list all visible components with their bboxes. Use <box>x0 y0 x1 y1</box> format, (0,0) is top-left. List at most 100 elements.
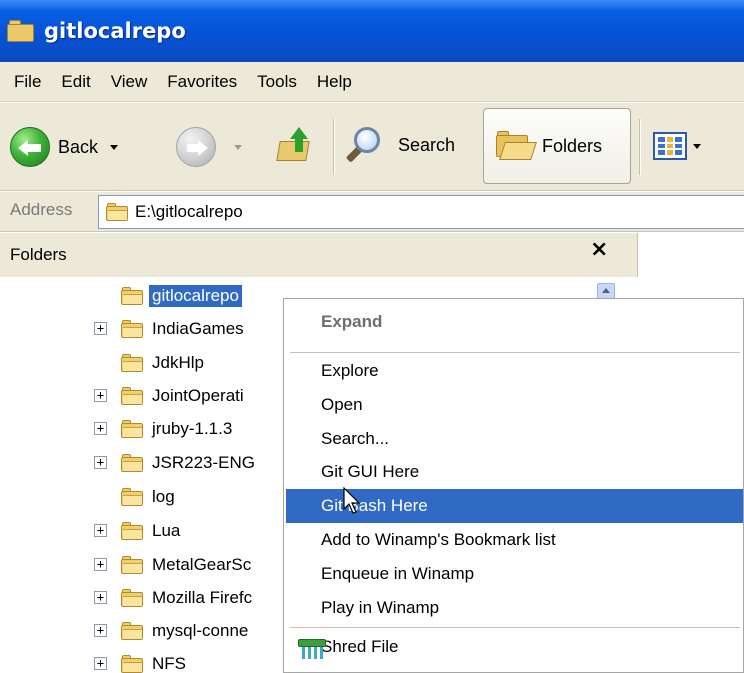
menu-separator <box>290 352 740 353</box>
title-bar[interactable]: gitlocalrepo <box>0 0 744 62</box>
menu-item-winamp-bookmark[interactable]: Add to Winamp's Bookmark list <box>286 523 743 557</box>
folder-icon <box>120 555 144 575</box>
folder-icon <box>120 386 144 406</box>
address-label: Address <box>10 200 73 219</box>
tree-item-mozilla[interactable]: + Mozilla Firefc <box>94 581 252 614</box>
folders-icon <box>494 129 537 163</box>
menu-tools[interactable]: Tools <box>251 72 311 92</box>
views-button[interactable] <box>653 132 701 160</box>
search-label: Search <box>398 134 456 155</box>
toolbar-separator <box>333 119 334 175</box>
tree-item-label: JointOperati <box>152 385 244 405</box>
window-title: gitlocalrepo <box>44 19 186 43</box>
tree-item-label: MetalGearSc <box>152 554 252 574</box>
menu-edit[interactable]: Edit <box>55 72 104 92</box>
forward-button[interactable] <box>176 127 242 167</box>
tree-item-label: jruby-1.1.3 <box>152 418 233 438</box>
expand-icon[interactable]: + <box>94 558 107 571</box>
tree-item-lua[interactable]: + Lua <box>94 514 180 547</box>
menu-item-label: Shred File <box>321 637 399 656</box>
folder-icon <box>120 353 144 373</box>
address-value: E:\gitlocalrepo <box>135 202 243 221</box>
menu-view[interactable]: View <box>105 72 162 92</box>
tree-item-mysql[interactable]: + mysql-conne <box>94 614 248 647</box>
tree-item-label: JdkHlp <box>152 352 204 372</box>
tree-item-label: mysql-conne <box>152 620 249 640</box>
context-menu: Expand Explore Open Search... Git GUI He… <box>283 298 744 673</box>
search-button[interactable]: Search <box>344 125 455 165</box>
tree-item-label: log <box>152 486 175 506</box>
expand-icon[interactable]: + <box>94 322 107 335</box>
menu-item-explore[interactable]: Explore <box>286 354 743 388</box>
tree-item-label: NFS <box>152 653 186 673</box>
folder-icon <box>120 588 144 608</box>
folder-icon <box>120 621 144 641</box>
menu-item-open[interactable]: Open <box>286 388 743 422</box>
forward-dropdown-icon[interactable] <box>234 144 242 150</box>
up-folder-button[interactable] <box>276 125 314 165</box>
address-bar: Address E:\gitlocalrepo <box>0 192 744 232</box>
folder-icon <box>120 453 144 473</box>
toolbar: Back Search Folders <box>0 103 744 191</box>
forward-arrow-icon <box>176 127 216 167</box>
tree-item-label: Lua <box>152 520 181 540</box>
back-label: Back <box>58 136 99 157</box>
up-folder-icon <box>276 125 314 165</box>
tree-item-nfs[interactable]: + NFS <box>94 647 186 673</box>
shredder-icon <box>298 635 326 661</box>
tree-item-jsr223[interactable]: + JSR223-ENG <box>94 446 255 479</box>
search-icon <box>344 125 384 165</box>
close-icon[interactable]: × <box>590 237 608 262</box>
folder-icon <box>105 202 129 222</box>
back-arrow-icon <box>10 127 50 167</box>
folder-icon <box>120 487 144 507</box>
tree-item-gitlocalrepo[interactable]: gitlocalrepo <box>120 279 242 312</box>
menu-item-winamp-play[interactable]: Play in Winamp <box>286 591 743 625</box>
folder-icon <box>120 319 144 339</box>
tree-item-jdkhlp[interactable]: JdkHlp <box>120 346 204 379</box>
folders-pane-header: Folders × <box>0 233 638 277</box>
tree-item-jruby[interactable]: + jruby-1.1.3 <box>94 412 232 445</box>
back-button[interactable]: Back <box>10 127 119 167</box>
expand-icon[interactable]: + <box>94 389 107 402</box>
views-icon <box>653 132 687 160</box>
folder-icon <box>120 419 144 439</box>
folders-label: Folders <box>542 135 603 156</box>
folder-icon <box>120 654 144 673</box>
folder-icon <box>6 18 36 44</box>
expand-icon[interactable]: + <box>94 524 107 537</box>
expand-icon[interactable]: + <box>94 657 107 670</box>
address-input[interactable]: E:\gitlocalrepo <box>98 195 744 229</box>
folders-button[interactable]: Folders <box>483 108 631 184</box>
mouse-cursor-icon <box>343 487 361 514</box>
menu-separator <box>290 627 740 628</box>
tree-item-indiagames[interactable]: + IndiaGames <box>94 312 244 345</box>
folders-pane-title: Folders <box>10 245 67 264</box>
menu-file[interactable]: File <box>8 72 55 92</box>
scroll-up-button[interactable] <box>597 283 615 299</box>
tree-item-metalgear[interactable]: + MetalGearSc <box>94 548 251 581</box>
menu-item-shred-file[interactable]: Shred File <box>286 630 743 664</box>
back-dropdown-icon[interactable] <box>110 144 119 150</box>
expand-icon[interactable]: + <box>94 591 107 604</box>
menu-item-git-gui[interactable]: Git GUI Here <box>286 455 743 489</box>
menu-bar: File Edit View Favorites Tools Help <box>0 62 744 102</box>
menu-favorites[interactable]: Favorites <box>161 72 251 92</box>
expand-icon[interactable]: + <box>94 624 107 637</box>
views-dropdown-icon[interactable] <box>693 143 701 149</box>
tree-item-label: Mozilla Firefc <box>152 587 253 607</box>
tree-item-label: IndiaGames <box>152 318 244 338</box>
tree-item-label: JSR223-ENG <box>152 452 255 472</box>
folder-icon <box>120 286 144 306</box>
tree-item-label: gitlocalrepo <box>149 284 242 307</box>
tree-item-log[interactable]: log <box>120 480 175 513</box>
menu-help[interactable]: Help <box>311 72 366 92</box>
folder-icon <box>120 521 144 541</box>
menu-item-search[interactable]: Search... <box>286 422 743 456</box>
tree-item-jointoperati[interactable]: + JointOperati <box>94 379 244 412</box>
expand-icon[interactable]: + <box>94 422 107 435</box>
expand-icon[interactable]: + <box>94 456 107 469</box>
menu-item-winamp-enqueue[interactable]: Enqueue in Winamp <box>286 557 743 591</box>
menu-item-expand[interactable]: Expand <box>286 305 743 339</box>
toolbar-separator <box>639 119 640 175</box>
